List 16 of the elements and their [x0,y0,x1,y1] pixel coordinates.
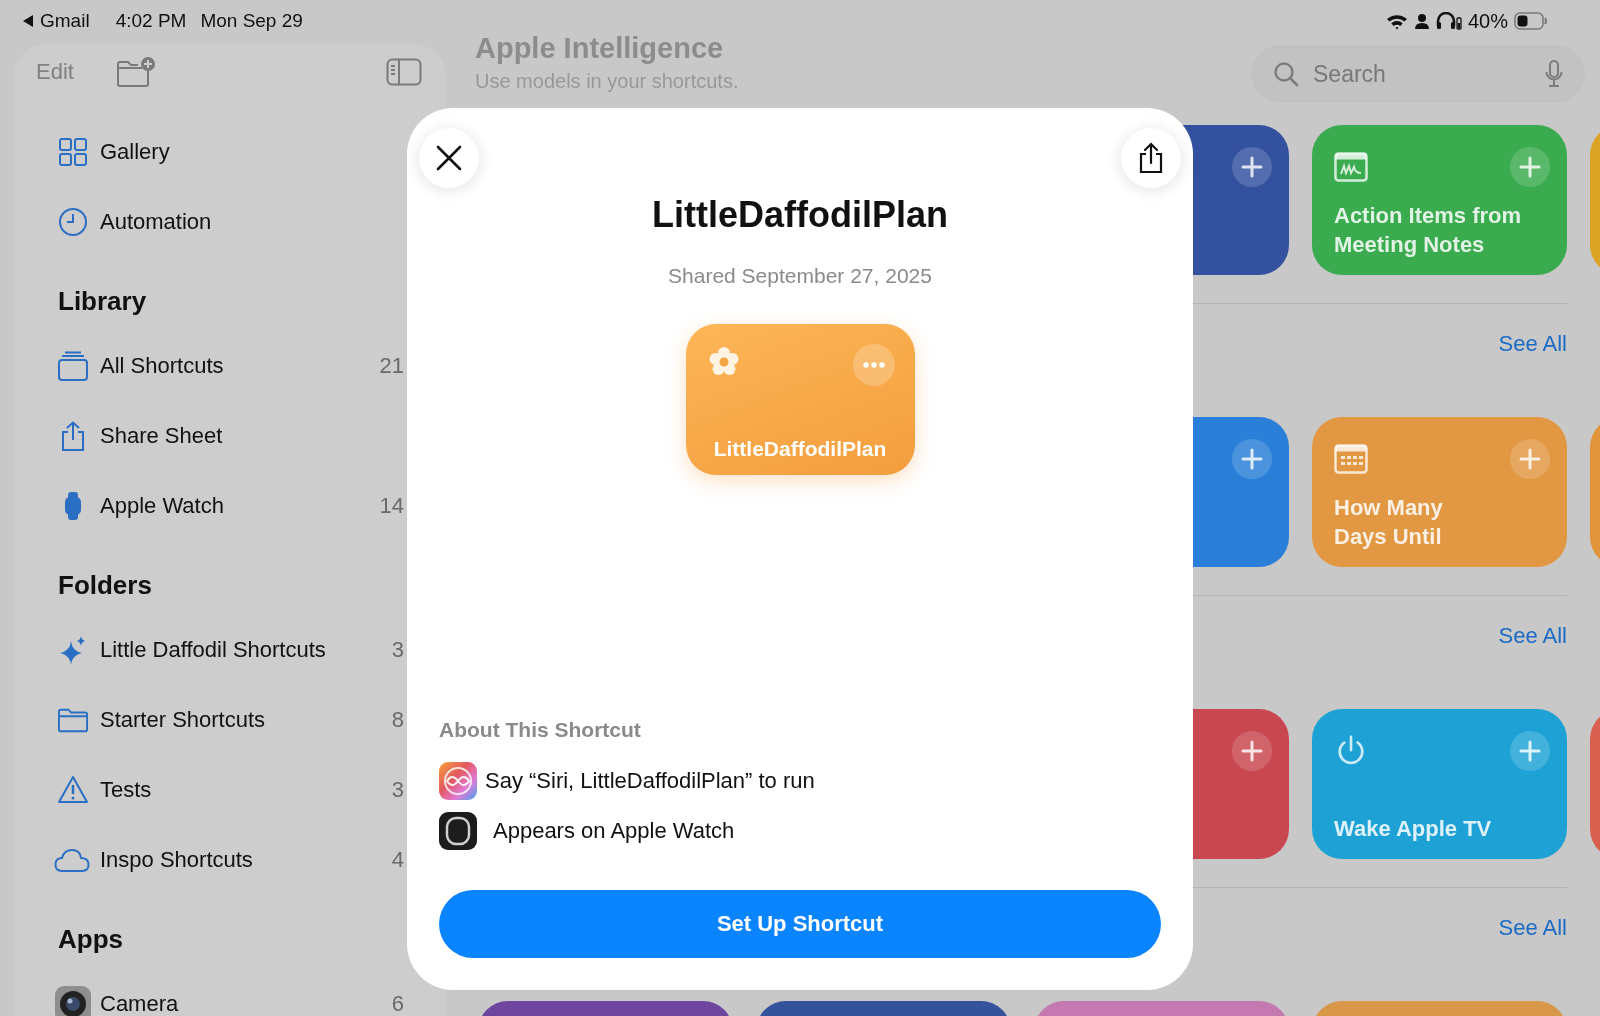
battery-percent: 40% [1467,9,1508,33]
shared-date: Shared September 27, 2025 [668,264,932,288]
shortcut-name: LittleDaffodilPlan [652,194,948,236]
page-title: Apple Intelligence [475,31,725,66]
section-heading: Folders [58,569,153,601]
shortcut-title: Wake Apple TV [1334,815,1493,843]
status-date: Mon Sep 29 [200,10,303,32]
status-time: 4:02 PM [115,10,187,32]
section-heading: Apps [58,923,124,955]
shortcut-title: How Many Days Until [1334,494,1444,551]
section-heading: About This Shortcut [439,718,641,742]
shortcut-title: Action Items from Meeting Notes [1334,202,1523,259]
about-text: Say “Siri, LittleDaffodilPlan” to run [485,768,815,794]
tile-title: LittleDaffodilPlan [712,437,888,461]
about-text: Appears on Apple Watch [493,818,735,844]
section-heading: Library [58,285,148,317]
